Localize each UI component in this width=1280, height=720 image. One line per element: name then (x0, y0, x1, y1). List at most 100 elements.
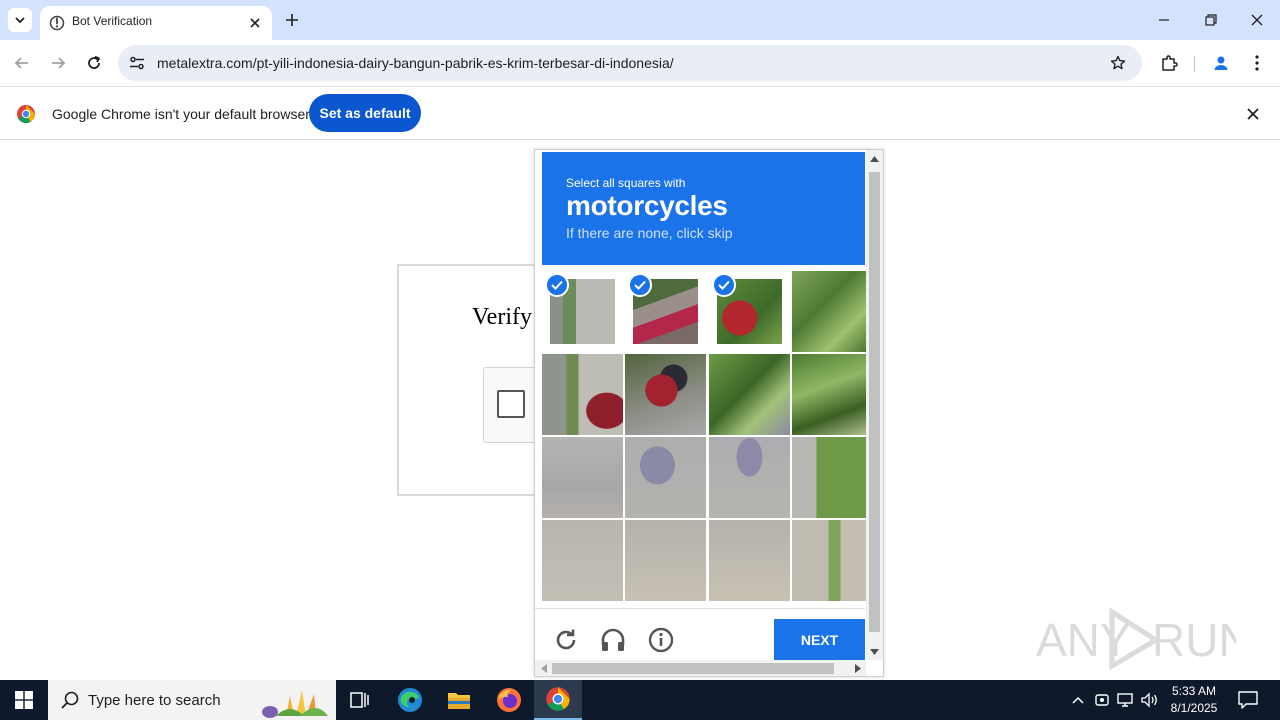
menu-icon (1255, 55, 1259, 71)
scroll-left-icon[interactable] (539, 664, 548, 673)
checkmark-icon (712, 273, 736, 297)
vertical-scrollbar[interactable] (866, 150, 883, 660)
edge-icon (398, 688, 422, 712)
captcha-tile[interactable] (709, 354, 790, 435)
info-button[interactable] (646, 625, 676, 655)
watermark-text-left: ANY (1036, 614, 1131, 666)
back-icon (14, 57, 28, 69)
forward-button[interactable] (46, 51, 70, 75)
captcha-tile[interactable] (792, 271, 873, 352)
close-tab-button[interactable] (246, 14, 264, 32)
captcha-tile[interactable] (542, 520, 623, 601)
taskbar-clock[interactable]: 5:33 AM 8/1/2025 (1168, 683, 1220, 717)
headphones-icon (601, 628, 625, 651)
captcha-tile[interactable] (792, 354, 873, 435)
tile-image (625, 354, 706, 435)
not-a-robot-checkbox[interactable] (497, 390, 525, 418)
minimize-icon (1159, 19, 1169, 21)
volume-button[interactable] (1140, 690, 1160, 710)
captcha-tile[interactable] (792, 520, 873, 601)
tile-image (625, 520, 706, 601)
profile-icon (1214, 56, 1228, 70)
watermark-text-right: RUN (1152, 614, 1236, 666)
reload-icon (556, 629, 576, 650)
search-highlight-icon (262, 690, 328, 718)
captcha-tile[interactable] (709, 437, 790, 518)
file-explorer-taskbar-button[interactable] (435, 680, 483, 720)
extensions-button[interactable] (1157, 51, 1181, 75)
scroll-up-icon[interactable] (870, 154, 879, 163)
show-hidden-icons-button[interactable] (1068, 690, 1088, 710)
firefox-taskbar-button[interactable] (485, 680, 533, 720)
site-info-button[interactable] (126, 52, 148, 74)
notifications-button[interactable] (1236, 688, 1260, 712)
infobar-message: Google Chrome isn't your default browser (52, 106, 310, 122)
edge-taskbar-button[interactable] (386, 680, 434, 720)
captcha-tile[interactable] (625, 271, 706, 352)
captcha-tile[interactable] (709, 271, 790, 352)
scroll-down-icon[interactable] (870, 647, 879, 656)
scroll-thumb[interactable] (869, 172, 880, 632)
plus-icon (286, 14, 298, 26)
task-view-button[interactable] (336, 680, 384, 720)
browser-tab[interactable]: Bot Verification (40, 6, 272, 40)
captcha-tile[interactable] (792, 437, 873, 518)
captcha-challenge: Select all squares with motorcycles If t… (534, 149, 884, 677)
back-button[interactable] (10, 51, 34, 75)
bookmark-button[interactable] (1108, 53, 1128, 73)
windows-logo-icon (15, 691, 33, 709)
network-button[interactable] (1116, 690, 1136, 710)
info-icon (648, 627, 674, 653)
chrome-menu-button[interactable] (1245, 51, 1269, 75)
toolbar-divider (1194, 56, 1195, 72)
chevron-down-icon (15, 17, 25, 24)
audio-challenge-button[interactable] (598, 625, 628, 655)
captcha-tile[interactable] (709, 520, 790, 601)
skip-hint: If there are none, click skip (566, 225, 733, 241)
restore-button[interactable] (1198, 8, 1224, 32)
globe-icon (49, 15, 65, 31)
captcha-tile[interactable] (542, 437, 623, 518)
captcha-tile[interactable] (542, 271, 623, 352)
url-text[interactable]: metalextra.com/pt-yili-indonesia-dairy-b… (157, 55, 674, 71)
minimize-button[interactable] (1151, 8, 1177, 32)
start-button[interactable] (0, 680, 48, 720)
taskbar-search-box[interactable]: Type here to search (48, 680, 336, 720)
tray-app-button[interactable] (1092, 690, 1112, 710)
profile-button[interactable] (1209, 51, 1233, 75)
instruction-line: Select all squares with (566, 176, 686, 190)
new-tab-button[interactable] (282, 10, 302, 30)
horizontal-scrollbar[interactable] (535, 660, 866, 676)
captcha-tile[interactable] (542, 354, 623, 435)
scroll-thumb[interactable] (552, 663, 834, 674)
anyrun-watermark: ANY RUN (1036, 607, 1236, 670)
captcha-footer: NEXT (535, 608, 865, 662)
browser-toolbar: metalextra.com/pt-yili-indonesia-dairy-b… (0, 40, 1280, 86)
reload-challenge-button[interactable] (551, 625, 581, 655)
chrome-icon (546, 687, 570, 711)
set-as-default-button[interactable]: Set as default (309, 94, 421, 132)
tile-image (709, 437, 790, 518)
captcha-tile[interactable] (625, 354, 706, 435)
target-object: motorcycles (566, 190, 728, 221)
tab-strip: Bot Verification (0, 0, 1280, 40)
infobar-close-button[interactable] (1244, 105, 1262, 123)
scroll-right-icon[interactable] (853, 664, 862, 673)
next-button[interactable]: NEXT (774, 619, 865, 661)
reload-button[interactable] (82, 51, 106, 75)
tile-image (542, 520, 623, 601)
close-icon (1251, 14, 1263, 26)
search-placeholder: Type here to search (88, 692, 221, 709)
tile-image (792, 354, 873, 435)
close-window-button[interactable] (1244, 8, 1270, 32)
captcha-tile[interactable] (625, 437, 706, 518)
tab-search-button[interactable] (8, 8, 32, 32)
captcha-tile[interactable] (625, 520, 706, 601)
address-bar[interactable]: metalextra.com/pt-yili-indonesia-dairy-b… (118, 45, 1142, 81)
chrome-taskbar-button[interactable] (534, 680, 582, 720)
checkmark-icon (628, 273, 652, 297)
search-icon (61, 691, 79, 709)
forward-icon (52, 57, 66, 69)
restore-icon (1205, 14, 1217, 26)
tile-image (542, 354, 623, 435)
